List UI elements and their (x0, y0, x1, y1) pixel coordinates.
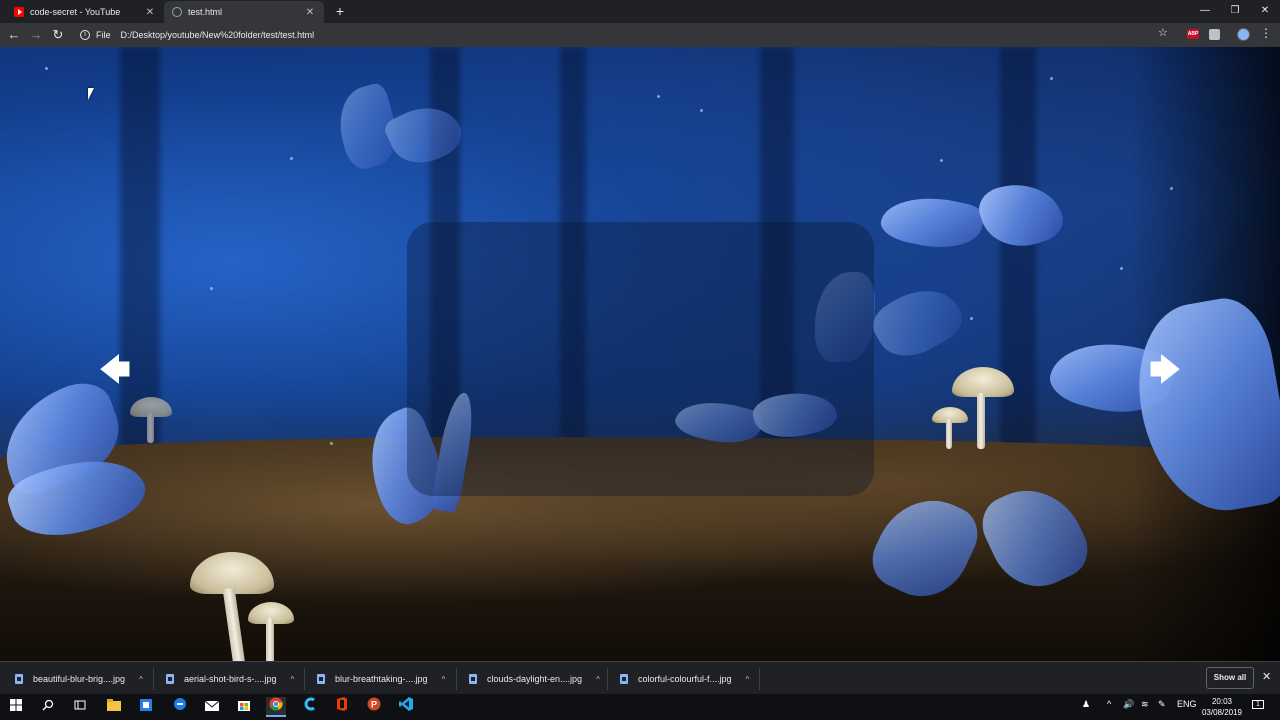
mouse-cursor (88, 88, 100, 100)
mail-icon[interactable] (202, 697, 222, 717)
adblock-icon[interactable]: ABP (1187, 29, 1199, 39)
download-item[interactable]: clouds-daylight-en....jpg ^ (469, 668, 600, 690)
language-indicator[interactable]: ENG (1177, 699, 1197, 709)
download-item[interactable]: blur-breathtaking-....jpg ^ (317, 668, 445, 690)
bookmark-star-icon[interactable]: ☆ (1158, 26, 1168, 39)
butterfly (330, 77, 470, 187)
chrome-icon[interactable] (266, 697, 286, 717)
close-downloads-icon[interactable]: ✕ (1262, 670, 1271, 683)
downloads-shelf: beautiful-blur-brig....jpg ^ aerial-shot… (0, 661, 1280, 694)
address-bar[interactable]: i File D:/Desktop/youtube/New%20folder/t… (74, 25, 1182, 45)
menu-icon[interactable]: ⋮ (1260, 26, 1272, 40)
pen-icon[interactable]: ✎ (1158, 699, 1166, 710)
chevron-up-icon[interactable]: ^ (291, 675, 295, 684)
divider (153, 668, 154, 690)
extension-icon[interactable] (1209, 29, 1220, 40)
app-c-icon[interactable] (300, 697, 320, 717)
tab-youtube[interactable]: code-secret - YouTube ✕ (6, 1, 164, 23)
download-item[interactable]: beautiful-blur-brig....jpg ^ (15, 668, 143, 690)
image-slider (407, 222, 874, 496)
download-filename: aerial-shot-bird-s-....jpg (184, 674, 277, 684)
clock-date: 03/08/2019 (1201, 708, 1243, 717)
network-icon[interactable]: ≋ (1141, 699, 1149, 710)
notification-icon[interactable]: 1 (1252, 700, 1264, 709)
tab-title: test.html (188, 7, 223, 17)
minimize-button[interactable]: — (1190, 2, 1220, 20)
vscode-icon[interactable] (396, 697, 416, 717)
browser-toolbar: ← → ↻ i File D:/Desktop/youtube/New%20fo… (0, 23, 1280, 47)
chevron-up-icon[interactable]: ^ (139, 675, 143, 684)
new-tab-button[interactable]: + (332, 3, 348, 19)
mushroom (190, 552, 300, 661)
butterfly (863, 472, 1097, 612)
download-item[interactable]: aerial-shot-bird-s-....jpg ^ (166, 668, 294, 690)
chevron-up-icon[interactable]: ^ (442, 675, 446, 684)
prev-slide-arrow[interactable]: 🡄 (98, 354, 132, 388)
mushroom (930, 367, 1020, 457)
divider (607, 668, 608, 690)
page-background-image: 🡄 🡆 (0, 47, 1280, 661)
store-app-icon[interactable] (136, 697, 156, 717)
office-icon[interactable] (332, 697, 352, 717)
url-text[interactable]: D:/Desktop/youtube/New%20folder/test/tes… (121, 30, 315, 40)
reload-button[interactable]: ↻ (47, 24, 69, 46)
tab-title: code-secret - YouTube (30, 7, 121, 17)
download-filename: blur-breathtaking-....jpg (335, 674, 428, 684)
search-icon[interactable] (38, 697, 58, 717)
restore-button[interactable]: ❐ (1220, 2, 1250, 20)
back-button[interactable]: ← (3, 24, 25, 46)
forward-button[interactable]: → (25, 24, 47, 46)
tab-close-icon[interactable]: ✕ (304, 7, 316, 18)
next-slide-arrow[interactable]: 🡆 (1148, 354, 1182, 388)
chevron-up-icon[interactable]: ^ (596, 675, 600, 684)
info-icon[interactable]: i (80, 30, 90, 40)
divider (456, 668, 457, 690)
divider (304, 668, 305, 690)
powerpoint-icon[interactable]: P (364, 697, 384, 717)
download-filename: colorful-colourful-f....jpg (638, 674, 732, 684)
divider (759, 668, 760, 690)
file-icon (317, 674, 325, 684)
butterfly (877, 171, 1069, 262)
download-filename: beautiful-blur-brig....jpg (33, 674, 126, 684)
chevron-up-icon[interactable]: ^ (1107, 699, 1111, 709)
file-icon (620, 674, 628, 684)
mushroom (130, 397, 175, 447)
task-view-icon[interactable] (70, 697, 90, 717)
download-item[interactable]: colorful-colourful-f....jpg ^ (620, 668, 749, 690)
file-explorer-icon[interactable] (104, 697, 124, 717)
scheme-label: File (96, 30, 111, 40)
profile-avatar[interactable] (1237, 28, 1250, 41)
download-filename: clouds-daylight-en....jpg (487, 674, 583, 684)
file-icon (166, 674, 174, 684)
clock-time: 20:03 (1211, 697, 1233, 706)
butterfly (0, 374, 153, 552)
youtube-icon (14, 7, 24, 17)
windows-start-icon[interactable] (6, 697, 26, 717)
window-close-button[interactable]: ✕ (1250, 2, 1280, 20)
windows-taskbar: P ♟ ^ 🔊 ≋ ✎ ENG 20:03 03/08/2019 1 (0, 694, 1280, 720)
file-icon (15, 674, 23, 684)
volume-icon[interactable]: 🔊 (1123, 699, 1134, 710)
tab-strip: code-secret - YouTube ✕ test.html ✕ + — … (0, 0, 1280, 23)
people-icon[interactable]: ♟ (1082, 699, 1090, 710)
microsoft-store-icon[interactable] (234, 697, 254, 717)
tab-close-icon[interactable]: ✕ (144, 7, 156, 18)
tab-test-html[interactable]: test.html ✕ (164, 1, 324, 23)
chevron-up-icon[interactable]: ^ (746, 675, 750, 684)
system-clock[interactable]: 20:03 03/08/2019 (1200, 696, 1244, 718)
file-icon (469, 674, 477, 684)
svg-text:P: P (371, 700, 377, 710)
show-all-button[interactable]: Show all (1206, 667, 1254, 689)
globe-icon (172, 7, 182, 17)
edge-icon[interactable] (170, 697, 190, 717)
